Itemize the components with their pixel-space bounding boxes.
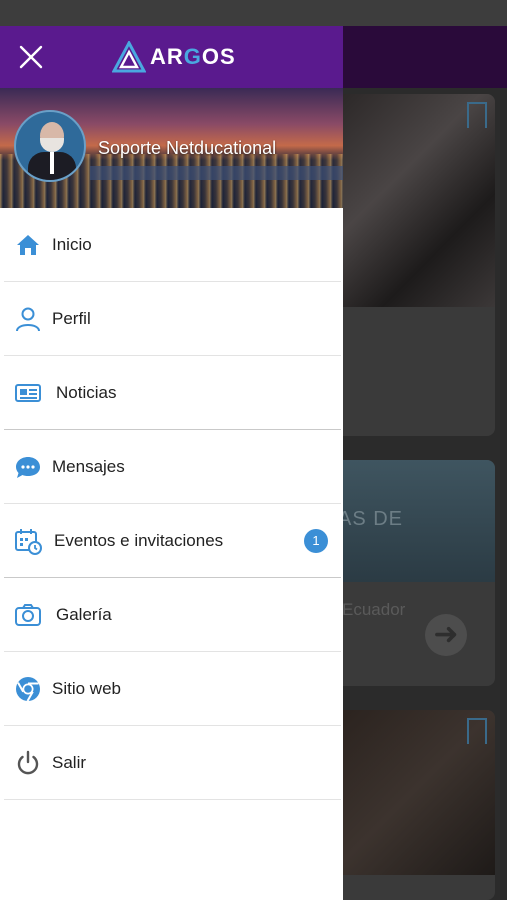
menu-item-label: Salir [52, 753, 87, 772]
navigation-drawer: ARGOS Soporte Netducational Inicio Perfi… [0, 26, 343, 900]
menu-item-label: Inicio [52, 235, 92, 254]
logo-mark-icon [112, 41, 146, 73]
user-icon [14, 305, 42, 333]
camera-icon [14, 601, 42, 629]
city-river [90, 166, 343, 180]
menu-item-salir[interactable]: Salir [0, 726, 343, 800]
menu-item-eventos[interactable]: Eventos e invitaciones 1 [0, 504, 343, 578]
menu-item-label: Mensajes [52, 457, 125, 476]
menu-item-perfil[interactable]: Perfil [0, 282, 343, 356]
close-button[interactable] [14, 40, 48, 74]
profile-name: Soporte Netducational [98, 138, 277, 158]
menu-item-label: Sitio web [52, 679, 121, 698]
news-card: AS DE Ecuador ➜ [330, 460, 495, 686]
menu-item-inicio[interactable]: Inicio [0, 208, 343, 282]
logo-text: ARGOS [150, 44, 236, 69]
menu-item-galeria[interactable]: Galería [0, 578, 343, 652]
menu-item-label: Galería [56, 605, 112, 624]
app-logo: ARGOS [112, 40, 236, 74]
avatar[interactable] [14, 110, 86, 182]
bookmark-icon [467, 718, 487, 744]
calendar-clock-icon [14, 527, 42, 555]
status-bar [0, 0, 507, 26]
menu-item-label: Perfil [52, 309, 91, 328]
bookmark-icon [467, 102, 487, 128]
menu-item-label: Noticias [56, 383, 117, 402]
chat-bubble-icon [14, 453, 42, 481]
power-icon [14, 749, 42, 777]
newspaper-icon [14, 379, 42, 407]
menu-item-mensajes[interactable]: Mensajes [0, 430, 343, 504]
news-card-overlay-text: AS DE [338, 508, 404, 530]
drawer-header: ARGOS [0, 26, 343, 88]
close-icon [19, 45, 43, 69]
drawer-menu: Inicio Perfil Noticias Mensajes Eventos … [0, 208, 343, 800]
chrome-icon [14, 675, 42, 703]
notification-badge: 1 [304, 529, 328, 553]
menu-item-noticias[interactable]: Noticias [0, 356, 343, 430]
menu-item-label: Eventos e invitaciones [54, 531, 224, 550]
arrow-right-icon: ➜ [425, 614, 467, 656]
menu-item-sitio-web[interactable]: Sitio web [0, 652, 343, 726]
news-card [330, 94, 495, 436]
news-card [330, 710, 495, 900]
profile-banner: Soporte Netducational [0, 88, 343, 208]
home-icon [14, 231, 42, 259]
news-card-caption: Ecuador [342, 600, 406, 619]
